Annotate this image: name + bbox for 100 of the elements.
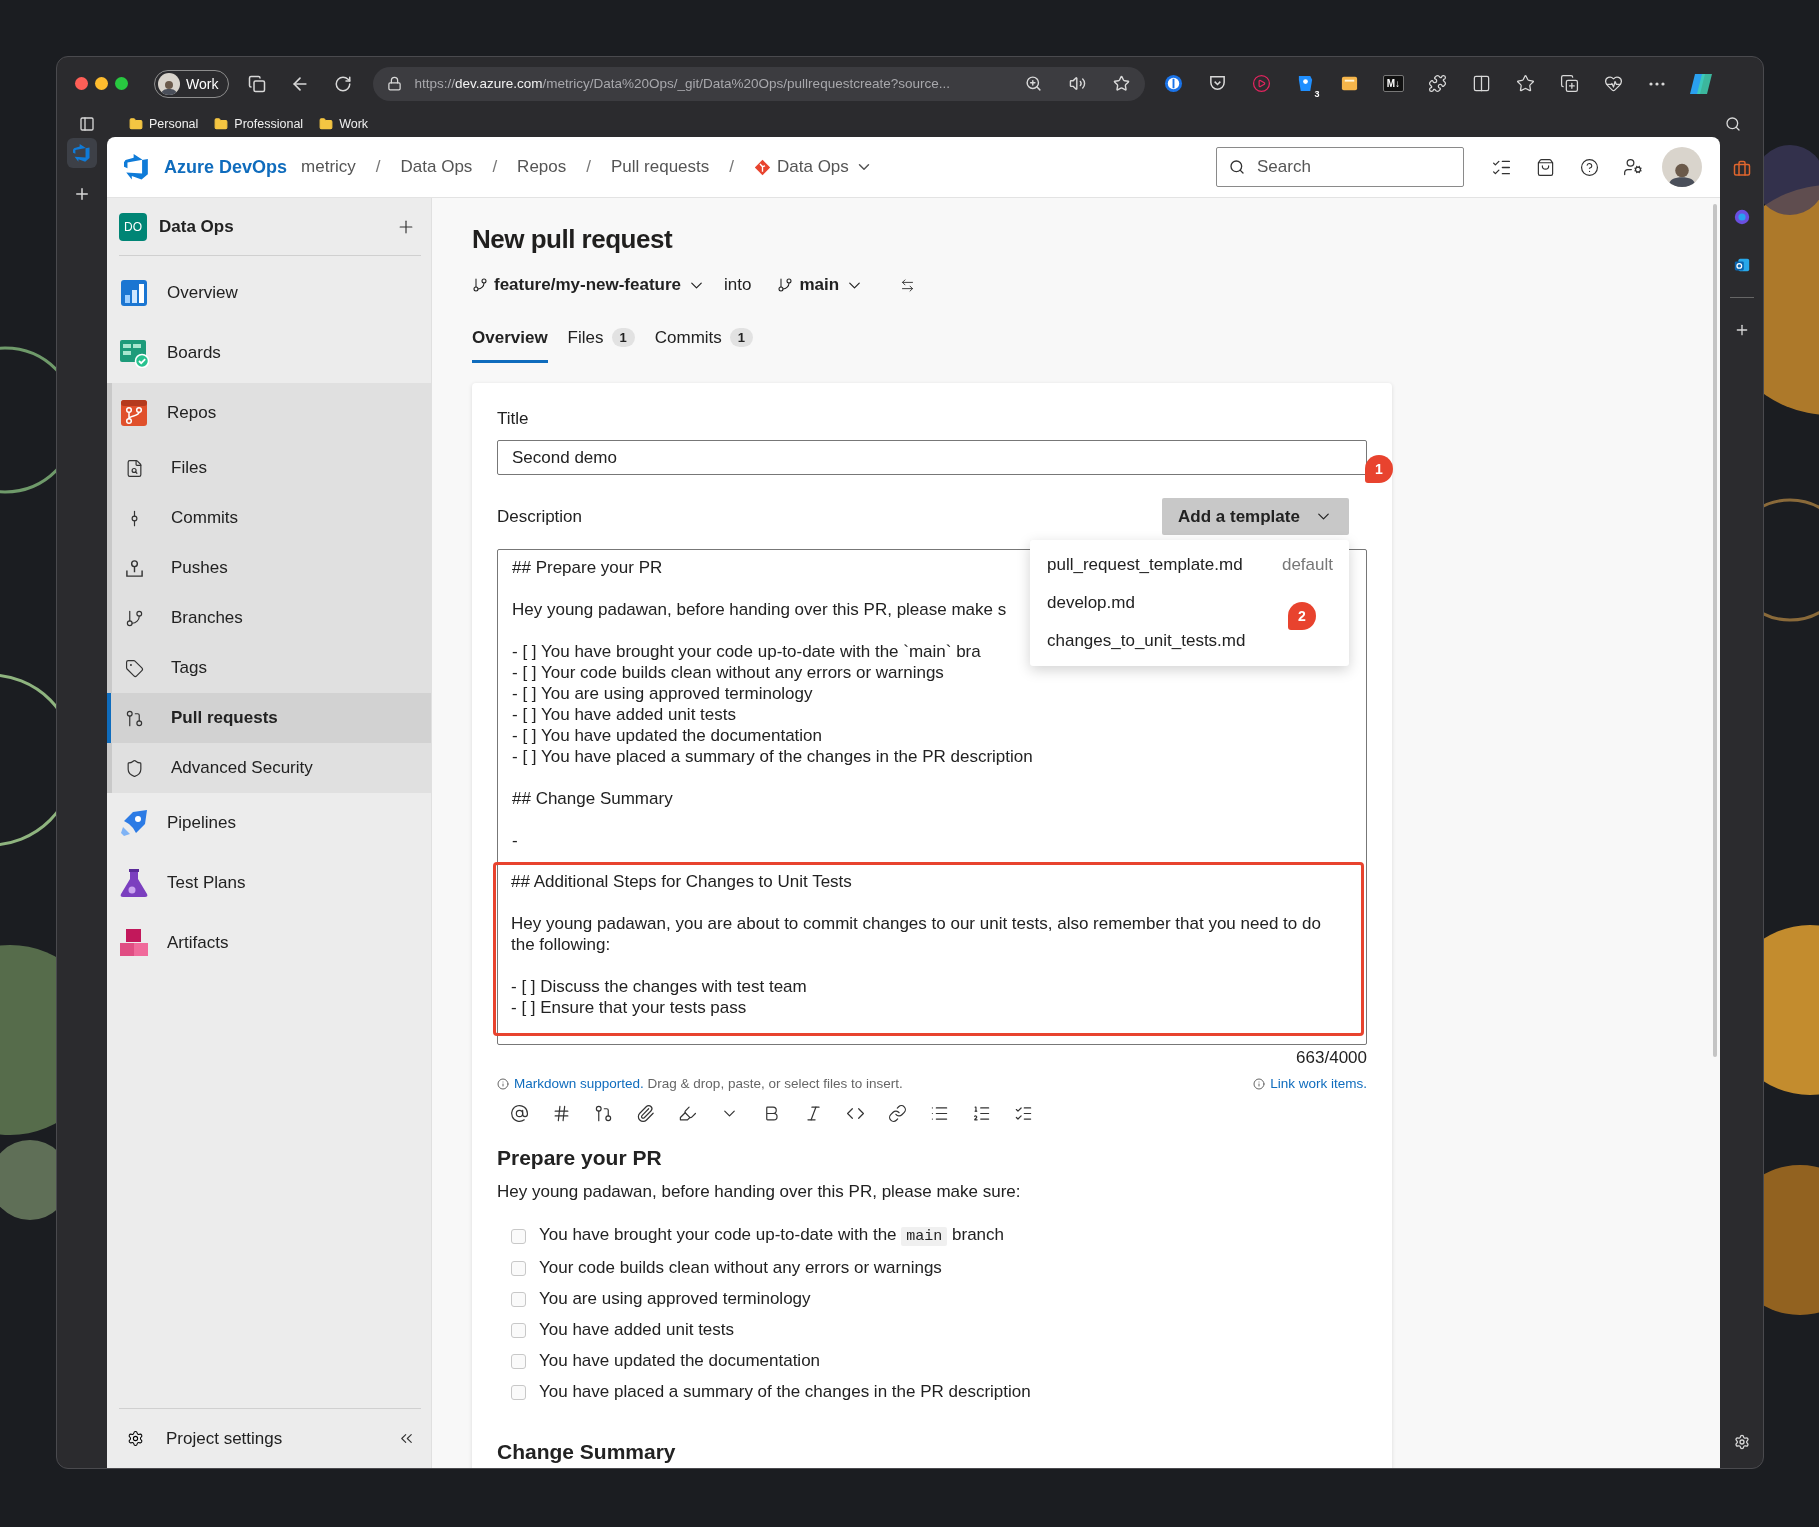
checklist-text: You have updated the documentation: [539, 1350, 821, 1372]
markdown-link[interactable]: Markdown supported.: [514, 1076, 644, 1091]
extension-button[interactable]: 3: [1289, 67, 1322, 100]
breadcrumb-separator: /: [375, 157, 381, 177]
preview-heading: Change Summary: [497, 1439, 677, 1465]
checkbox[interactable]: [511, 1384, 526, 1400]
minimize-button[interactable]: [95, 77, 108, 90]
boxes-icon: [119, 928, 149, 958]
editor-line: - [ ] Discuss the changes with test team: [511, 976, 807, 997]
gradient-logo-icon: [1689, 72, 1714, 95]
shopping-bag-icon: [1535, 157, 1555, 177]
bookmark-folder[interactable]: Work: [319, 116, 369, 131]
checklist-text: You have brought your code up-to-date with the main branch: [539, 1224, 1004, 1248]
scrollbar[interactable]: [1713, 204, 1717, 1057]
nav-item[interactable]: Artifacts: [107, 913, 431, 973]
tab-label: Commits: [654, 327, 722, 348]
folder-icon: [214, 116, 229, 131]
nav-item[interactable]: Pipelines: [107, 793, 431, 853]
target-branch-picker[interactable]: main: [777, 275, 865, 295]
project-settings-link[interactable]: Project settings: [166, 1428, 369, 1449]
close-button[interactable]: [75, 77, 88, 90]
panel-icon: [79, 115, 95, 132]
editor-line: - [ ] You have brought your code up-to-date with the `main` bra: [512, 641, 981, 662]
editor-line: - [ ] Ensure that your tests pass: [511, 997, 747, 1018]
devops-logo-icon: [124, 154, 150, 180]
breadcrumb-link[interactable]: metricy: [301, 157, 356, 177]
preview-heading: Prepare your PR: [497, 1145, 663, 1171]
tab[interactable]: Overview: [472, 315, 548, 363]
menu-item[interactable]: changes_to_unit_tests.md: [1047, 631, 1246, 651]
search-field[interactable]: Search: [1216, 147, 1464, 187]
board-check-icon: [119, 338, 149, 368]
nav-item[interactable]: Overview: [107, 263, 431, 323]
hint-text: Markdown supported. Drag & drop, paste, or select files to insert.: [514, 1076, 903, 1091]
nav-item[interactable]: Test Plans: [107, 853, 431, 913]
maximize-button[interactable]: [115, 77, 128, 90]
nav-item[interactable]: Advanced Security: [112, 743, 431, 793]
folder-icon: [319, 116, 334, 131]
character-counter: 663/4000: [1295, 1048, 1367, 1068]
nav-item[interactable]: Files: [112, 443, 431, 493]
checkbox[interactable]: [511, 1260, 526, 1276]
branch-icon: [777, 277, 794, 293]
menu-item[interactable]: pull_request_template.md: [1047, 555, 1243, 575]
add-template-button[interactable]: Add a template: [1162, 498, 1349, 535]
repo-breadcrumb[interactable]: Data Ops: [754, 157, 873, 177]
split-screen-icon: [1471, 74, 1491, 93]
avatar[interactable]: [1662, 147, 1702, 187]
lock-icon: [387, 76, 403, 91]
browser-tab[interactable]: [67, 138, 97, 168]
checkbox[interactable]: [511, 1322, 526, 1338]
briefcase-icon: [1732, 160, 1751, 178]
link-work-items-link[interactable]: Link work items.: [1270, 1076, 1367, 1091]
swap-arrows-icon: [899, 277, 915, 293]
zoom-in-icon: [1024, 75, 1042, 92]
tab[interactable]: Commits 1: [654, 315, 754, 363]
breadcrumb-link[interactable]: Pull requests: [611, 157, 710, 177]
url-text: https://dev.azure.com/metricy/Data%20Ops/_git/Data%20Ops/pullrequestcreate?source...: [414, 76, 951, 91]
editor-line: -: [512, 830, 518, 851]
checklist-text: You have placed a summary of the changes in the PR description: [539, 1381, 1031, 1403]
markdown-extension-button[interactable]: M↓: [1377, 67, 1410, 100]
more-icon: [1649, 81, 1666, 86]
heart-pulse-icon: [1603, 74, 1623, 93]
nav-item[interactable]: Repos: [112, 383, 431, 443]
editor-line: ## Prepare your PR: [512, 557, 663, 578]
flask-icon: [119, 868, 149, 898]
link-icon: [887, 1103, 907, 1123]
nav-item[interactable]: Branches: [112, 593, 431, 643]
editor-line: Hey young padawan, before handing over this PR, please make s: [512, 599, 1007, 620]
breadcrumb-link[interactable]: Data Ops: [400, 157, 473, 177]
editor-line: - [ ] You have placed a summary of the changes in the PR description: [512, 746, 1033, 767]
nav-item[interactable]: Commits: [112, 493, 431, 543]
branch-icon: [124, 608, 144, 628]
count-badge: 1: [611, 328, 635, 347]
breadcrumb-separator: /: [586, 157, 591, 177]
editor-line: - [ ] You have added unit tests: [512, 704, 736, 725]
checkbox[interactable]: [511, 1228, 526, 1244]
mail-app-icon: [1732, 256, 1751, 274]
paperclip-icon: [635, 1103, 655, 1123]
title-field[interactable]: Second demo: [497, 440, 1367, 475]
nav-item[interactable]: Tags: [112, 643, 431, 693]
menu-item[interactable]: develop.md: [1047, 593, 1135, 613]
bookmark-folder[interactable]: Professional: [214, 116, 304, 131]
nav-item[interactable]: Boards: [107, 323, 431, 383]
checkbox[interactable]: [511, 1291, 526, 1307]
breadcrumb-link[interactable]: Repos: [517, 157, 567, 177]
nav-item[interactable]: Pushes: [112, 543, 431, 593]
preview-paragraph: Hey young padawan, before handing over this PR, please make sure:: [497, 1181, 1022, 1203]
address-bar[interactable]: https://dev.azure.com/metricy/Data%20Ops/_git/Data%20Ops/pullrequestcreate?source...: [373, 66, 1146, 101]
count-badge: 1: [729, 328, 754, 347]
star-icon: [1515, 74, 1535, 93]
nav-item[interactable]: Pull requests: [107, 693, 431, 743]
checkbox[interactable]: [511, 1353, 526, 1369]
bookmark-folder[interactable]: Personal: [129, 116, 199, 131]
user-gear-icon: [1623, 157, 1643, 177]
extension-count: 3: [1314, 88, 1320, 99]
source-branch-picker[interactable]: feature/my-new-feature: [472, 275, 707, 295]
checklist-text: Your code builds clean without any errors or warnings: [539, 1257, 942, 1279]
tab-label: Files: [567, 327, 604, 348]
refresh-icon: [334, 74, 353, 93]
tab[interactable]: Files 1: [567, 315, 635, 363]
breadcrumb-separator: /: [492, 157, 498, 177]
